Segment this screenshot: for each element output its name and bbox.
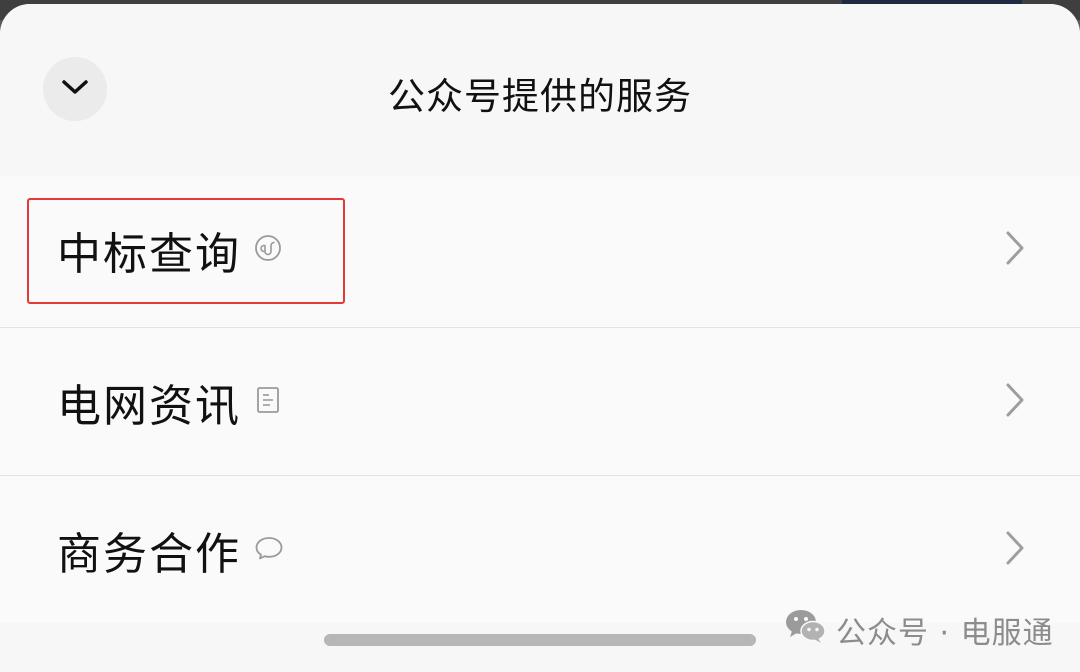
- services-bottom-sheet: 公众号提供的服务 中标查询 电网资讯 商务合作: [0, 4, 1080, 672]
- article-icon: [256, 386, 280, 418]
- service-item-grid-news[interactable]: 电网资讯: [0, 328, 1080, 475]
- service-item-business-cooperation[interactable]: 商务合作: [0, 476, 1080, 623]
- chevron-right-icon: [1004, 382, 1026, 422]
- wechat-icon: [784, 607, 828, 653]
- chevron-right-icon: [1004, 530, 1026, 570]
- highlight-box: [27, 198, 345, 304]
- home-indicator[interactable]: [324, 634, 756, 646]
- sheet-title: 公众号提供的服务: [388, 75, 692, 118]
- sheet-header: 公众号提供的服务: [0, 4, 1080, 176]
- service-item-label: 商务合作: [57, 528, 241, 580]
- chevron-right-icon: [1004, 230, 1026, 270]
- watermark-text: 公众号 · 电服通: [836, 616, 1054, 651]
- watermark: 公众号 · 电服通: [784, 608, 1054, 652]
- chat-bubble-icon: [254, 535, 284, 565]
- service-item-label: 电网资讯: [57, 380, 241, 432]
